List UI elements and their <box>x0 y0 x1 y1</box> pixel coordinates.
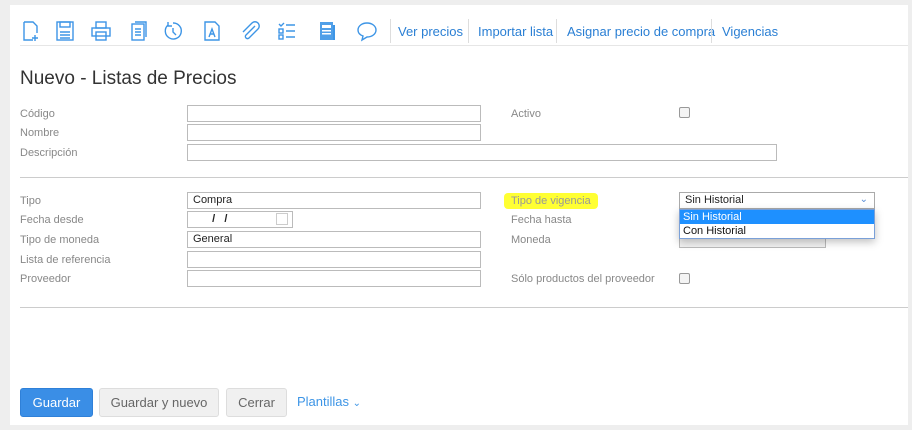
descripcion-label: Descripción <box>20 147 78 159</box>
form-panel: Ver precios Importar lista Asignar preci… <box>10 5 908 425</box>
print-icon[interactable] <box>90 20 112 42</box>
report-icon[interactable] <box>316 20 338 42</box>
fecha-desde-value: / / <box>206 213 228 225</box>
checklist-icon[interactable] <box>276 20 298 42</box>
fecha-desde-label: Fecha desde <box>20 214 84 226</box>
tipo-label: Tipo <box>20 195 41 207</box>
comment-icon[interactable] <box>356 20 378 42</box>
plantillas-dropdown[interactable]: Plantillas ⌄ <box>297 394 361 409</box>
calendar-icon[interactable] <box>276 213 288 225</box>
activo-checkbox[interactable] <box>679 107 690 118</box>
solo-productos-label: Sólo productos del proveedor <box>511 273 655 285</box>
save-icon[interactable] <box>54 20 76 42</box>
activo-label: Activo <box>511 108 541 120</box>
nombre-input[interactable] <box>187 124 481 141</box>
copy-icon[interactable] <box>127 20 149 42</box>
fecha-desde-input[interactable]: / / <box>187 211 293 228</box>
guardar-y-nuevo-button[interactable]: Guardar y nuevo <box>99 388 219 417</box>
codigo-label: Código <box>20 108 55 120</box>
tipo-vigencia-select[interactable]: Sin Historial ⌄ <box>679 192 875 209</box>
chevron-down-icon: ⌄ <box>859 194 868 205</box>
codigo-input[interactable] <box>187 105 481 122</box>
proveedor-input[interactable] <box>187 270 481 287</box>
ver-precios-link[interactable]: Ver precios <box>398 24 463 39</box>
attachment-icon[interactable] <box>239 20 261 42</box>
fecha-hasta-label: Fecha hasta <box>511 214 572 226</box>
lista-referencia-input[interactable] <box>187 251 481 268</box>
option-con-historial[interactable]: Con Historial <box>680 224 874 238</box>
solo-productos-checkbox[interactable] <box>679 273 690 284</box>
guardar-button[interactable]: Guardar <box>20 388 93 417</box>
option-sin-historial[interactable]: Sin Historial <box>680 210 874 224</box>
plantillas-label: Plantillas <box>297 394 350 409</box>
asignar-precio-link[interactable]: Asignar precio de compra <box>567 24 715 39</box>
history-icon[interactable] <box>162 20 184 42</box>
proveedor-label: Proveedor <box>20 273 71 285</box>
new-document-icon[interactable] <box>20 20 42 42</box>
vigencias-link[interactable]: Vigencias <box>722 24 778 39</box>
chevron-down-icon: ⌄ <box>352 398 362 409</box>
lista-referencia-label: Lista de referencia <box>20 254 111 266</box>
importar-lista-link[interactable]: Importar lista <box>478 24 553 39</box>
tipo-vigencia-label: Tipo de vigencia <box>504 193 598 209</box>
tipo-vigencia-value: Sin Historial <box>685 194 744 206</box>
tipo-moneda-input[interactable]: General <box>187 231 481 248</box>
tipo-moneda-label: Tipo de moneda <box>20 234 100 246</box>
text-document-icon[interactable] <box>201 20 223 42</box>
cerrar-button[interactable]: Cerrar <box>226 388 287 417</box>
moneda-label: Moneda <box>511 234 551 246</box>
tipo-vigencia-dropdown: Sin Historial Con Historial <box>679 209 875 239</box>
nombre-label: Nombre <box>20 127 60 139</box>
page-title: Nuevo - Listas de Precios <box>20 68 237 89</box>
descripcion-input[interactable] <box>187 144 777 161</box>
tipo-input[interactable]: Compra <box>187 192 481 209</box>
